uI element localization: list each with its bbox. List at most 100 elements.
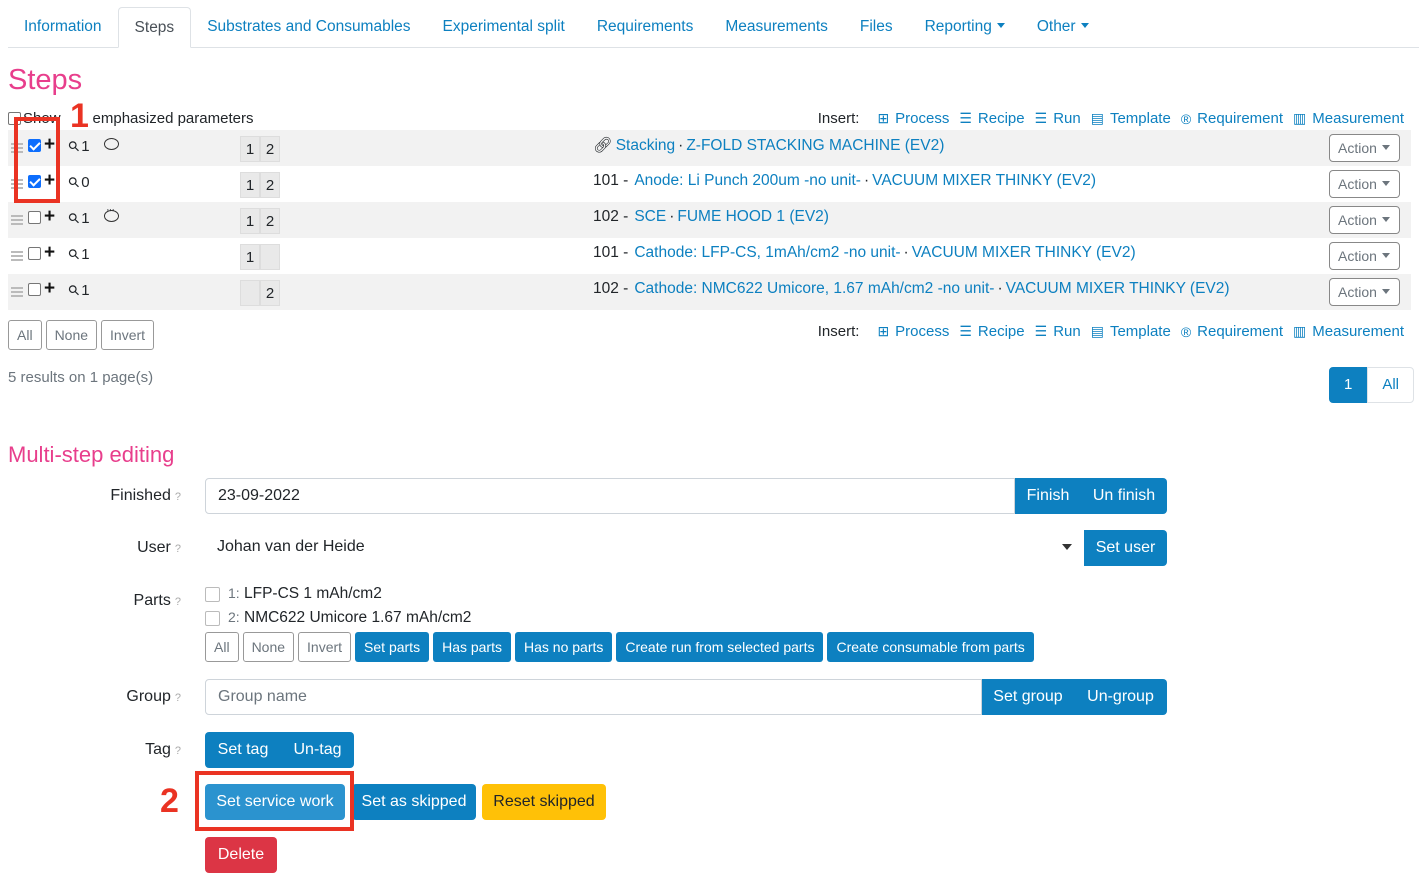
plus-icon[interactable]: +: [44, 206, 55, 228]
parts-all-button[interactable]: All: [205, 632, 239, 662]
has-parts-button[interactable]: Has parts: [433, 632, 511, 662]
create-run-button[interactable]: Create run from selected parts: [616, 632, 824, 662]
tab-steps[interactable]: Steps: [117, 7, 192, 48]
group-label-text: Group: [126, 688, 171, 705]
set-user-button[interactable]: Set user: [1084, 530, 1167, 566]
has-no-parts-button[interactable]: Has no parts: [515, 632, 613, 662]
attachments[interactable]: ⚲ 1: [64, 281, 90, 300]
part-cell: 2: [260, 280, 280, 306]
action-button[interactable]: Action: [1329, 134, 1400, 162]
page-title: Steps: [8, 64, 83, 96]
tab-files[interactable]: Files: [844, 7, 909, 48]
select-all-button[interactable]: All: [8, 320, 42, 350]
row-checkbox[interactable]: [28, 211, 41, 224]
untag-button[interactable]: Un-tag: [281, 732, 354, 768]
part-cell: 1: [240, 244, 260, 270]
attachments[interactable]: ⚲ 1: [64, 245, 89, 264]
insert-run[interactable]: ☰ Run: [1035, 323, 1081, 340]
action-button[interactable]: Action: [1329, 278, 1400, 306]
set-group-button[interactable]: Set group: [982, 679, 1074, 715]
drag-handle-icon[interactable]: [11, 215, 23, 225]
select-none-button[interactable]: None: [45, 320, 98, 350]
finish-button[interactable]: Finish: [1015, 478, 1081, 514]
row-checkbox[interactable]: [28, 283, 41, 296]
plus-square-icon: ⊞: [877, 110, 890, 126]
comment-icon[interactable]: [104, 138, 119, 150]
insert-recipe[interactable]: ☰ Recipe: [959, 323, 1024, 340]
help-icon[interactable]: ?: [175, 692, 181, 704]
insert-template[interactable]: ▤ Template: [1091, 323, 1171, 340]
create-consumable-button[interactable]: Create consumable from parts: [827, 632, 1034, 662]
chevron-down-icon: [1377, 284, 1390, 300]
insert-measurement[interactable]: ▥ Measurement: [1293, 110, 1404, 127]
machine-link[interactable]: FUME HOOD 1 (EV2): [677, 208, 829, 226]
insert-run[interactable]: ☰ Run: [1035, 110, 1081, 127]
insert-measurement[interactable]: ▥ Measurement: [1293, 323, 1404, 340]
set-as-skipped-button[interactable]: Set as skipped: [352, 784, 476, 820]
machine-link[interactable]: VACUUM MIXER THINKY (EV2): [912, 244, 1136, 262]
step-link[interactable]: Cathode: NMC622 Umicore, 1.67 mAh/cm2 -n…: [634, 280, 994, 298]
select-invert-button[interactable]: Invert: [101, 320, 155, 350]
attachments[interactable]: ⚲ 0: [64, 173, 89, 192]
tab-experimental-split[interactable]: Experimental split: [427, 7, 581, 48]
page-1-button[interactable]: 1: [1329, 367, 1368, 403]
step-link[interactable]: Anode: Li Punch 200um -no unit-: [634, 172, 861, 190]
plus-icon[interactable]: +: [44, 278, 55, 300]
insert-requirement[interactable]: ® Requirement: [1181, 110, 1283, 127]
insert-process-label: Process: [895, 110, 950, 127]
action-button[interactable]: Action: [1329, 170, 1400, 198]
drag-handle-icon[interactable]: [11, 287, 23, 297]
attachments[interactable]: ⚲ 1: [64, 137, 89, 156]
step-link[interactable]: Stacking: [616, 137, 675, 155]
template-icon: ▤: [1090, 323, 1104, 339]
finished-date-input[interactable]: 23-09-2022: [205, 478, 1015, 514]
tab-requirements[interactable]: Requirements: [581, 7, 710, 48]
set-tag-button[interactable]: Set tag: [205, 732, 281, 768]
step-link[interactable]: SCE: [634, 208, 666, 226]
tab-information[interactable]: Information: [8, 7, 118, 48]
part-option[interactable]: 2: NMC622 Umicore 1.67 mAh/cm2: [205, 609, 471, 627]
attachment-count: 1: [81, 282, 90, 299]
help-icon[interactable]: ?: [175, 596, 181, 608]
step-link[interactable]: Cathode: LFP-CS, 1mAh/cm2 -no unit-: [634, 244, 900, 262]
part-checkbox[interactable]: [205, 610, 220, 626]
help-icon[interactable]: ?: [175, 491, 181, 503]
action-label: Action: [1338, 140, 1377, 156]
set-parts-button[interactable]: Set parts: [355, 632, 430, 662]
plus-icon[interactable]: +: [44, 242, 55, 264]
row-checkbox[interactable]: [28, 247, 41, 260]
page-all-button[interactable]: All: [1367, 367, 1415, 403]
tab-other[interactable]: Other: [1021, 7, 1105, 48]
comment-icon[interactable]: [104, 204, 119, 222]
action-button[interactable]: Action: [1329, 206, 1400, 234]
tab-measurements[interactable]: Measurements: [709, 7, 844, 48]
annotation-number-1: 1: [70, 97, 89, 135]
tab-substrates[interactable]: Substrates and Consumables: [191, 7, 426, 48]
step-description: 102 - Cathode: NMC622 Umicore, 1.67 mAh/…: [593, 280, 1233, 298]
chevron-down-icon: [1377, 140, 1390, 156]
action-button[interactable]: Action: [1329, 242, 1400, 270]
attachments[interactable]: ⚲ 1: [64, 209, 89, 228]
insert-recipe[interactable]: ☰ Recipe: [959, 110, 1024, 127]
drag-handle-icon[interactable]: [11, 251, 23, 261]
machine-link[interactable]: Z-FOLD STACKING MACHINE (EV2): [686, 137, 944, 155]
machine-link[interactable]: VACUUM MIXER THINKY (EV2): [1006, 280, 1230, 298]
help-icon[interactable]: ?: [175, 543, 181, 555]
part-checkbox[interactable]: [205, 586, 220, 602]
unfinish-button[interactable]: Un finish: [1081, 478, 1167, 514]
group-name-input[interactable]: Group name: [205, 679, 982, 715]
parts-none-button[interactable]: None: [242, 632, 295, 662]
help-icon[interactable]: ?: [175, 745, 181, 757]
parts-invert-button[interactable]: Invert: [298, 632, 352, 662]
delete-button[interactable]: Delete: [205, 837, 277, 873]
insert-requirement[interactable]: ® Requirement: [1181, 323, 1283, 340]
user-select[interactable]: Johan van der Heide: [205, 530, 1084, 566]
tab-reporting[interactable]: Reporting: [909, 7, 1021, 48]
machine-link[interactable]: VACUUM MIXER THINKY (EV2): [872, 172, 1096, 190]
part-option[interactable]: 1: LFP-CS 1 mAh/cm2: [205, 585, 382, 603]
ungroup-button[interactable]: Un-group: [1074, 679, 1167, 715]
reset-skipped-button[interactable]: Reset skipped: [482, 784, 606, 820]
insert-process[interactable]: ⊞ Process: [877, 110, 949, 127]
insert-template[interactable]: ▤ Template: [1091, 110, 1171, 127]
insert-process[interactable]: ⊞ Process: [877, 323, 949, 340]
